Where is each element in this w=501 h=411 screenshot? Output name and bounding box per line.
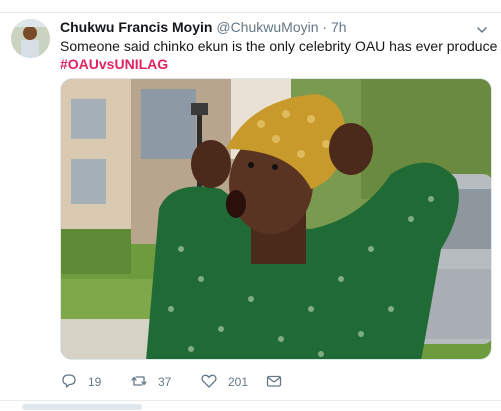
envelope-icon xyxy=(265,372,283,393)
tweet-text: Someone said chinko ekun is the only cel… xyxy=(60,38,498,54)
dm-button[interactable] xyxy=(265,372,283,392)
hashtag-link[interactable]: #OAUvsUNILAG xyxy=(60,55,168,73)
separator: · xyxy=(322,19,328,35)
reply-button[interactable]: 19 xyxy=(60,372,101,392)
reply-count: 19 xyxy=(88,375,102,389)
tweet[interactable]: Chukwu Francis Moyin @ChukwuMoyin · 7h S… xyxy=(0,12,501,400)
tweet-header: Chukwu Francis Moyin @ChukwuMoyin · 7h xyxy=(60,18,347,36)
timestamp[interactable]: 7h xyxy=(331,19,347,35)
tweet-photo[interactable] xyxy=(60,78,492,360)
display-name[interactable]: Chukwu Francis Moyin xyxy=(60,19,212,35)
tweet-actions: 19 37 201 xyxy=(60,372,360,392)
like-count: 201 xyxy=(228,375,249,389)
reply-icon xyxy=(60,372,78,393)
handle[interactable]: @ChukwuMoyin xyxy=(216,19,318,35)
heart-icon xyxy=(200,372,218,393)
next-tweet-preview xyxy=(22,404,142,410)
retweet-button[interactable]: 37 xyxy=(130,372,171,392)
retweet-count: 37 xyxy=(158,375,172,389)
chevron-down-icon[interactable] xyxy=(477,22,487,33)
like-button[interactable]: 201 xyxy=(200,372,248,392)
avatar[interactable] xyxy=(11,19,50,58)
retweet-icon xyxy=(130,372,148,393)
